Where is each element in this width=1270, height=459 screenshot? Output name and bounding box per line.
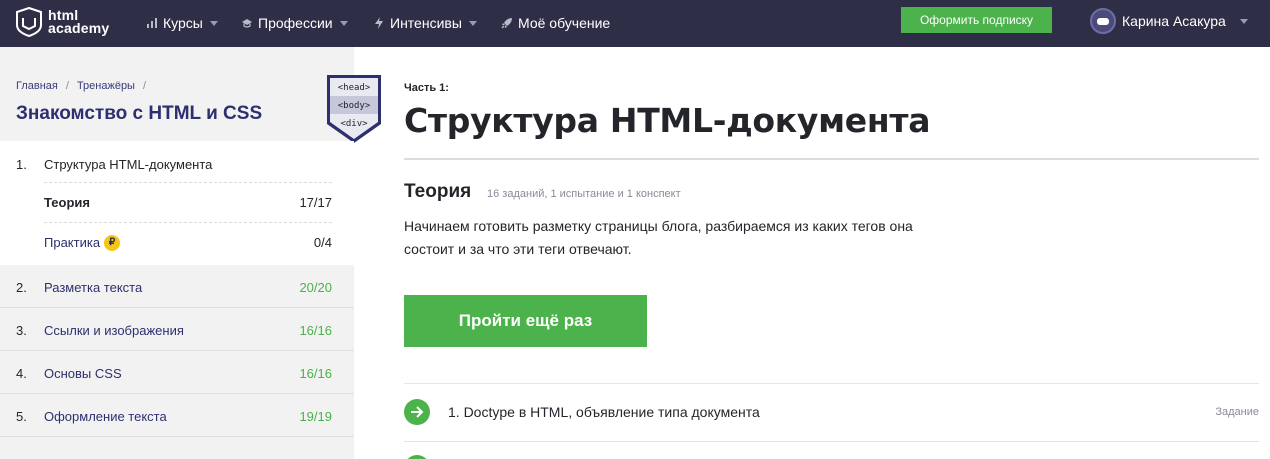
page-title: Структура HTML-документа	[404, 101, 931, 140]
theory-meta: 16 заданий, 1 испытание и 1 конспект	[487, 188, 681, 200]
chapter-3[interactable]: 3. Ссылки и изображения 16/16	[0, 308, 354, 351]
sidebar: Главная / Тренажёры / Знакомство с HTML и C…	[0, 47, 381, 459]
chapter-label: Ссылки и изображения	[44, 322, 184, 338]
chapter-score: 19/19	[299, 408, 332, 424]
chapter-number: 2.	[16, 279, 27, 295]
breadcrumb-separator: /	[65, 80, 69, 92]
chevron-down-icon	[209, 20, 218, 26]
badge-line-div: <div>	[340, 119, 368, 129]
chevron-down-icon	[1239, 18, 1248, 24]
breadcrumb: Главная / Тренажёры /	[16, 80, 154, 92]
subscribe-button[interactable]: Оформить подписку	[901, 7, 1052, 33]
chapter-1-theory[interactable]: Теория 17/17	[44, 182, 332, 222]
chapter-number: 1.	[16, 156, 27, 172]
nav-my-learning[interactable]: Моё обучение	[501, 12, 610, 34]
chapter-score: 16/16	[299, 322, 332, 338]
chapter-number: 5.	[16, 408, 27, 424]
nav-professions[interactable]: Профессии	[241, 12, 348, 34]
chapter-number: 4.	[16, 365, 27, 381]
chapter-2[interactable]: 2. Разметка текста 20/20	[0, 265, 354, 308]
logo-line-2: academy	[48, 20, 110, 36]
theory-heading: Теория	[404, 181, 472, 202]
chapter-label: Разметка текста	[44, 279, 143, 295]
avatar	[1090, 8, 1116, 34]
chevron-down-icon	[468, 20, 477, 26]
task-type: Задание	[1215, 406, 1259, 418]
badge-line-head: <head>	[338, 83, 371, 93]
lightning-icon	[375, 17, 383, 29]
course-title: Знакомство с HTML и CSS	[16, 103, 263, 124]
theory-description: Начинаем готовить разметку страницы блог…	[404, 218, 913, 257]
nav-professions-label: Профессии	[258, 15, 333, 31]
title-divider	[404, 158, 1259, 160]
user-name: Карина Асакура	[1122, 13, 1226, 29]
chapter-1: 1. Структура HTML-документа Теория 17/17…	[0, 141, 354, 265]
course-badge-icon: <head> <body> <div>	[327, 75, 381, 143]
bars-chart-icon	[147, 18, 157, 28]
part-label: Часть 1:	[404, 82, 449, 94]
badge-line-body: <body>	[338, 101, 371, 111]
chevron-down-icon	[339, 20, 348, 26]
chapter-label: Оформление текста	[44, 408, 167, 424]
sidebar-header: Главная / Тренажёры / Знакомство с HTML и C…	[0, 47, 354, 141]
top-navbar: html academy Курсы Профессии Интенсивы М…	[0, 0, 1270, 47]
chapter-label: Основы CSS	[44, 365, 122, 381]
task-label: 1. Doctype в HTML, объявление типа докум…	[448, 404, 760, 420]
chapter-1-practice[interactable]: Практика ₽ 0/4	[44, 222, 332, 262]
coin-icon: ₽	[104, 234, 121, 251]
rocket-icon	[501, 18, 512, 29]
chapter-1-header[interactable]: 1. Структура HTML-документа	[0, 155, 354, 173]
nav-intensives-label: Интенсивы	[390, 15, 462, 31]
chapter-label: Структура HTML-документа	[44, 156, 213, 172]
theory-score: 17/17	[299, 195, 332, 210]
chapter-4[interactable]: 4. Основы CSS 16/16	[0, 351, 354, 394]
logo[interactable]: html academy	[16, 5, 116, 39]
nav-courses-label: Курсы	[163, 15, 203, 31]
retry-button[interactable]: Пройти ещё раз	[404, 295, 647, 347]
arrow-right-icon	[404, 399, 430, 425]
chapter-number: 3.	[16, 322, 27, 338]
graduation-cap-icon	[242, 19, 252, 28]
user-menu[interactable]: Карина Асакура	[1090, 7, 1248, 35]
breadcrumb-separator: /	[142, 80, 147, 92]
task-row[interactable]: 1. Doctype в HTML, объявление типа докум…	[404, 397, 1259, 427]
theory-label: Теория	[44, 195, 90, 210]
shield-logo-icon	[16, 7, 42, 37]
nav-intensives[interactable]: Интенсивы	[373, 12, 477, 34]
chapter-score: 20/20	[299, 279, 332, 295]
list-divider	[404, 441, 1259, 442]
next-task-icon	[404, 455, 430, 459]
chapter-5[interactable]: 5. Оформление текста 19/19	[0, 394, 354, 437]
breadcrumb-trainers[interactable]: Тренажёры	[77, 80, 135, 92]
nav-courses[interactable]: Курсы	[146, 12, 218, 34]
list-divider	[404, 383, 1259, 384]
practice-label: Практика	[44, 235, 101, 250]
nav-my-learning-label: Моё обучение	[518, 15, 611, 31]
logo-text: html academy	[48, 8, 110, 36]
chapter-score: 16/16	[299, 365, 332, 381]
practice-score: 0/4	[313, 235, 332, 250]
breadcrumb-home[interactable]: Главная	[16, 80, 58, 92]
